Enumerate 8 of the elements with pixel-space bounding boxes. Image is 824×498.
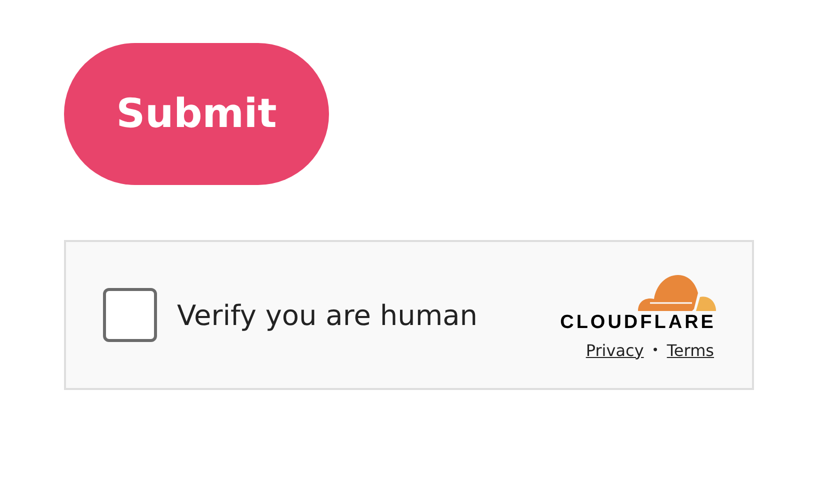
checkbox[interactable] bbox=[103, 288, 157, 342]
submit-button[interactable]: Submit bbox=[64, 43, 329, 185]
checkbox-label: Verify you are human bbox=[177, 298, 478, 332]
privacy-link[interactable]: Privacy bbox=[586, 340, 644, 360]
cloud-icon bbox=[636, 274, 716, 310]
link-separator: • bbox=[652, 343, 659, 357]
terms-link[interactable]: Terms bbox=[666, 340, 714, 360]
brand-wordmark: CLOUDFLARE bbox=[560, 312, 716, 332]
